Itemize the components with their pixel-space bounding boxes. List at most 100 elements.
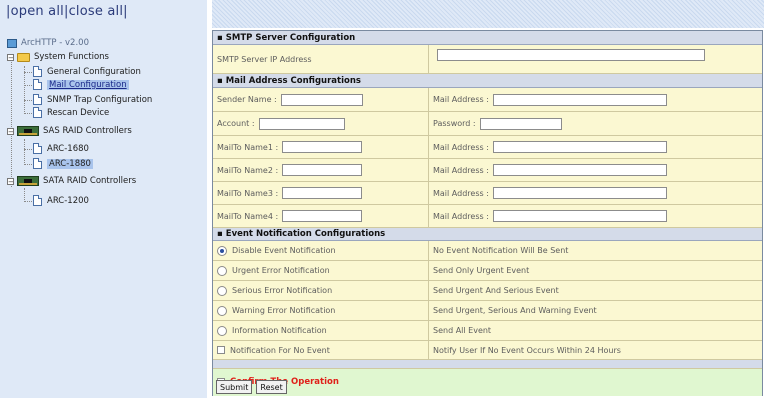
mailto-row-1: MailTo Name1 : Mail Address :	[213, 136, 762, 159]
mailto-name2-input[interactable]	[282, 164, 363, 176]
event-option-row: Disable Event Notification No Event Noti…	[213, 241, 762, 261]
mail-address-label: Mail Address :	[433, 211, 489, 221]
bullet-icon: ▪	[217, 229, 223, 239]
event-option-label: Warning Error Notification	[232, 306, 336, 315]
no-event-label: Notification For No Event	[230, 345, 330, 355]
form-buttons: Submit Reset	[216, 380, 291, 394]
bullet-icon: ▪	[217, 75, 223, 86]
event-option-row: Urgent Error Notification Send Only Urge…	[213, 261, 762, 281]
no-event-desc: Notify User If No Event Occurs Within 24…	[433, 345, 621, 355]
mail-address-label: Mail Address :	[433, 165, 489, 175]
mail-configuration-form: ▪ SMTP Server Configuration SMTP Server …	[212, 30, 763, 396]
sender-mail-address-input[interactable]	[492, 93, 667, 106]
tree-toolbar: |open all|close all|	[6, 4, 128, 19]
password-input[interactable]	[479, 117, 562, 130]
section-spacer	[213, 360, 762, 369]
disable-event-radio[interactable]	[217, 245, 227, 256]
mailto-name4-input[interactable]	[282, 210, 363, 222]
raid-card-icon	[17, 126, 39, 136]
page-icon	[33, 94, 42, 105]
page-icon	[33, 143, 42, 154]
event-option-desc: Send Urgent And Serious Event	[433, 286, 559, 295]
collapse-icon[interactable]: −	[7, 177, 14, 185]
content-panel: ▪ SMTP Server Configuration SMTP Server …	[212, 0, 764, 398]
sender-name-input[interactable]	[280, 93, 363, 106]
page-icon	[33, 79, 42, 90]
bullet-icon: ▪	[217, 32, 223, 43]
mailto-address2-input[interactable]	[492, 164, 667, 176]
mailto-name-label: MailTo Name3 :	[217, 188, 279, 198]
no-event-checkbox[interactable]	[217, 346, 225, 354]
confirm-area: Confirm The Operation	[213, 369, 762, 396]
event-option-desc: No Event Notification Will Be Sent	[433, 246, 569, 255]
tree-item-system-functions[interactable]: − System Functions	[7, 52, 109, 62]
tree-item-snmp-trap-configuration[interactable]: SNMP Trap Configuration	[33, 94, 152, 105]
password-label: Password :	[433, 119, 476, 128]
account-input[interactable]	[258, 117, 345, 130]
event-option-desc: Send All Event	[433, 326, 492, 335]
event-option-label: Disable Event Notification	[232, 246, 336, 255]
event-option-desc: Send Only Urgent Event	[433, 266, 530, 275]
mailto-row-2: MailTo Name2 : Mail Address :	[213, 159, 762, 182]
tree-item-rescan-device[interactable]: Rescan Device	[33, 107, 109, 118]
tree-item-arc-1200[interactable]: ARC-1200	[33, 195, 89, 206]
smtp-section-header: ▪ SMTP Server Configuration	[213, 31, 762, 45]
tree-root[interactable]: ArcHTTP - v2.00	[7, 38, 89, 48]
computer-icon	[7, 38, 17, 48]
mailto-name-label: MailTo Name2 :	[217, 165, 279, 175]
warning-error-radio[interactable]	[217, 305, 227, 316]
tree-item-arc-1680[interactable]: ARC-1680	[33, 143, 89, 154]
mailto-row-3: MailTo Name3 : Mail Address :	[213, 182, 762, 205]
mailto-address3-input[interactable]	[492, 187, 667, 199]
tree-item-sas-raid-controllers[interactable]: − SAS RAID Controllers	[7, 126, 132, 136]
page-icon	[33, 195, 42, 206]
mail-address-label: Mail Address :	[433, 188, 489, 198]
header-strip	[212, 0, 764, 28]
reset-button[interactable]: Reset	[256, 380, 287, 394]
mailto-name1-input[interactable]	[282, 141, 363, 153]
raid-card-icon	[17, 176, 39, 186]
folder-icon	[17, 52, 30, 62]
no-event-row: Notification For No Event Notify User If…	[213, 341, 762, 360]
event-option-label: Urgent Error Notification	[232, 266, 330, 275]
mail-address-label: Mail Address :	[433, 142, 489, 152]
smtp-ip-label: SMTP Server IP Address	[213, 45, 429, 73]
mail-address-label: Mail Address :	[433, 95, 489, 104]
tree-item-mail-configuration[interactable]: Mail Configuration	[33, 79, 129, 90]
mailto-address1-input[interactable]	[492, 141, 667, 153]
page-icon	[33, 66, 42, 77]
event-option-label: Information Notification	[232, 326, 327, 335]
navigation-tree-panel: |open all|close all| ArcHTTP - v2.00 − S…	[0, 0, 207, 398]
mailto-row-4: MailTo Name4 : Mail Address :	[213, 205, 762, 228]
collapse-icon[interactable]: −	[7, 53, 14, 61]
serious-error-radio[interactable]	[217, 285, 227, 296]
event-option-row: Information Notification Send All Event	[213, 321, 762, 341]
separator: |	[123, 4, 128, 19]
information-radio[interactable]	[217, 325, 227, 336]
event-option-row: Warning Error Notification Send Urgent, …	[213, 301, 762, 321]
tree-item-sata-raid-controllers[interactable]: − SATA RAID Controllers	[7, 176, 136, 186]
page-icon	[33, 107, 42, 118]
sender-row: Sender Name : Mail Address :	[213, 88, 762, 112]
page-icon	[33, 158, 42, 169]
event-option-row: Serious Error Notification Send Urgent A…	[213, 281, 762, 301]
event-section-header: ▪ Event Notification Configurations	[213, 228, 762, 241]
tree-item-arc-1880[interactable]: ARC-1880	[33, 158, 93, 169]
close-all-link[interactable]: close all	[69, 4, 124, 19]
mailto-name-label: MailTo Name1 :	[217, 142, 279, 152]
urgent-error-radio[interactable]	[217, 265, 227, 276]
mailto-name3-input[interactable]	[282, 187, 363, 199]
event-option-label: Serious Error Notification	[232, 286, 333, 295]
mailto-address4-input[interactable]	[492, 210, 667, 222]
account-row: Account : Password :	[213, 112, 762, 136]
mailto-name-label: MailTo Name4 :	[217, 211, 279, 221]
tree-item-general-configuration[interactable]: General Configuration	[33, 66, 141, 77]
open-all-link[interactable]: open all	[11, 4, 64, 19]
collapse-icon[interactable]: −	[7, 127, 14, 135]
submit-button[interactable]: Submit	[216, 380, 253, 394]
mail-section-header: ▪ Mail Address Configurations	[213, 74, 762, 88]
smtp-ip-input[interactable]	[437, 49, 705, 61]
smtp-ip-row: SMTP Server IP Address	[213, 45, 762, 74]
account-label: Account :	[217, 119, 255, 128]
tree-root-label: ArcHTTP - v2.00	[21, 38, 89, 48]
